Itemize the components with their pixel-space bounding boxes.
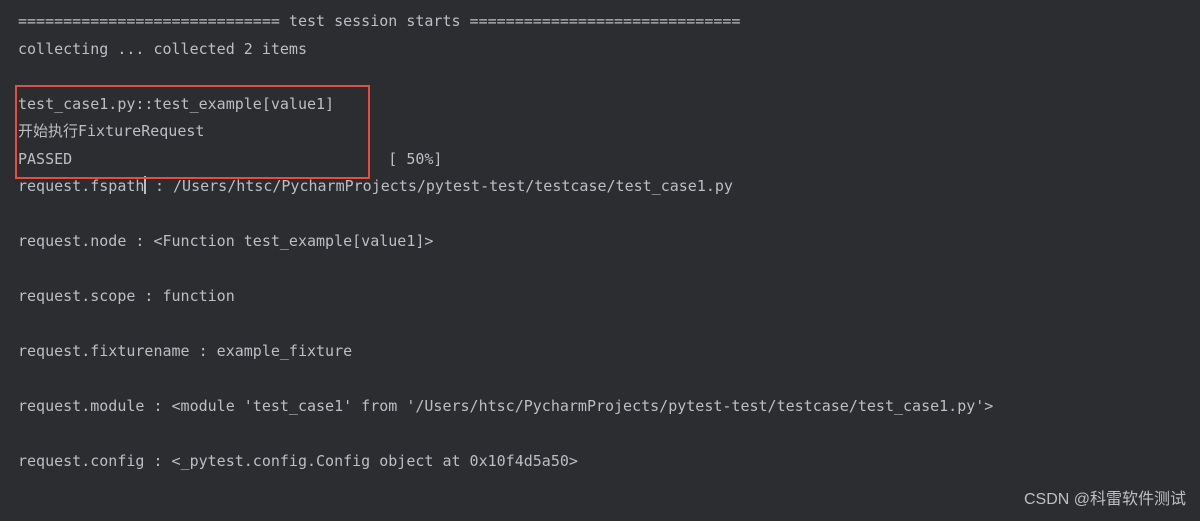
output-line-session-header: ============================= test sessi… [18, 8, 1182, 36]
terminal-output[interactable]: ============================= test sessi… [18, 8, 1182, 476]
output-line-blank [18, 311, 1182, 339]
output-line-blank [18, 256, 1182, 284]
output-line-scope: request.scope : function [18, 283, 1182, 311]
output-line-module: request.module : <module 'test_case1' fr… [18, 393, 1182, 421]
output-line-blank [18, 63, 1182, 91]
output-line-config: request.config : <_pytest.config.Config … [18, 448, 1182, 476]
output-line-fixture-start: 开始执行FixtureRequest [18, 118, 1182, 146]
output-line-passed: PASSED [ 50%] [18, 146, 1182, 174]
output-line-fixturename: request.fixturename : example_fixture [18, 338, 1182, 366]
output-line-fspath: request.fspath : /Users/htsc/PycharmProj… [18, 173, 1182, 201]
output-line-blank [18, 201, 1182, 229]
output-line-node: request.node : <Function test_example[va… [18, 228, 1182, 256]
output-line-blank [18, 421, 1182, 449]
output-line-testcase: test_case1.py::test_example[value1] [18, 91, 1182, 119]
watermark: CSDN @科雷软件测试 [1024, 485, 1186, 515]
output-line-collecting: collecting ... collected 2 items [18, 36, 1182, 64]
output-line-blank [18, 366, 1182, 394]
